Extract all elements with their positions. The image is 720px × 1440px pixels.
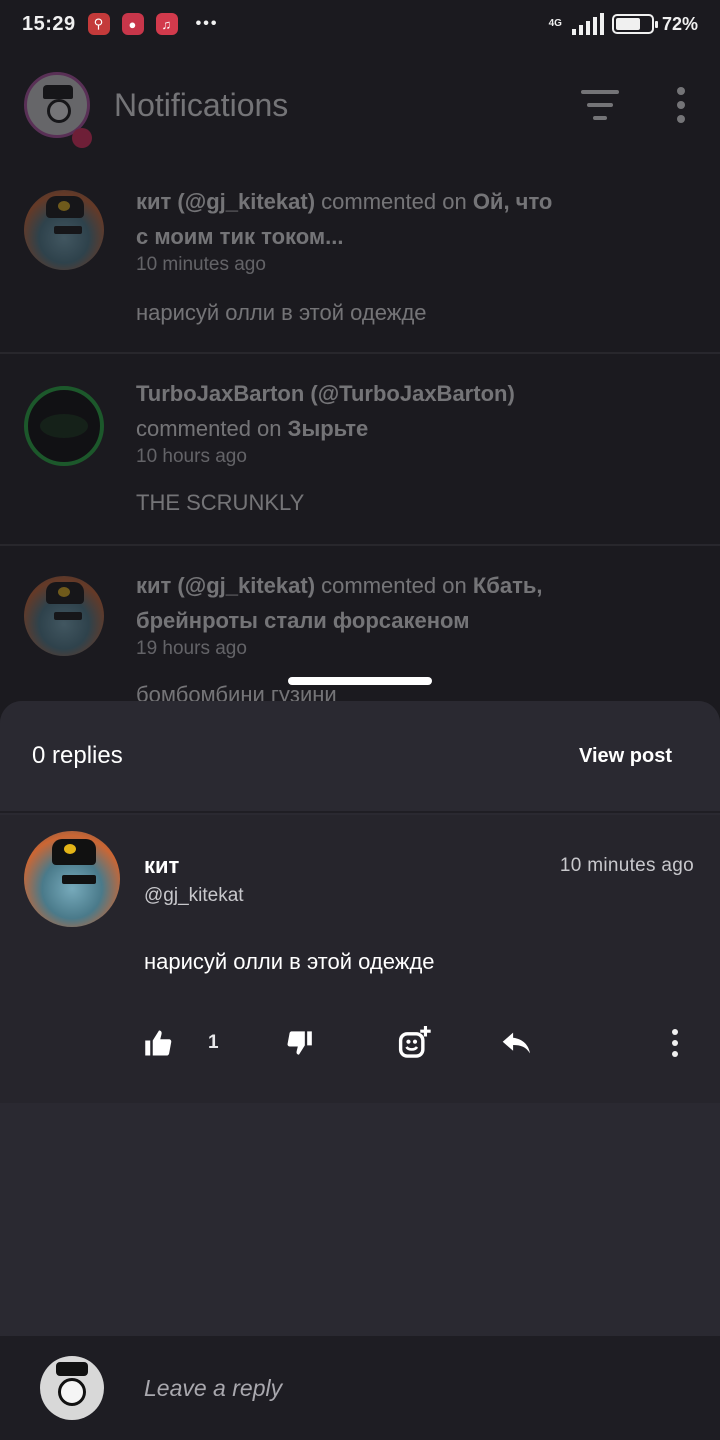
- comment-author-name[interactable]: кит: [144, 853, 179, 879]
- avatar: [24, 576, 104, 656]
- sheet-header: 0 replies View post: [0, 701, 720, 813]
- thumbs-down-icon: [287, 1031, 312, 1055]
- music-app-icon: ♫: [155, 13, 178, 35]
- my-avatar: [40, 1356, 104, 1420]
- reply-bar: [0, 1336, 720, 1440]
- page-title: Notifications: [114, 86, 289, 123]
- comment-time: 10 minutes ago: [559, 855, 694, 876]
- reply-button[interactable]: [501, 1023, 533, 1063]
- notification-time: 10 minutes ago: [136, 254, 266, 275]
- notification-time: 10 hours ago: [136, 446, 247, 467]
- comment-sheet: 0 replies View post кит @gj_kitekat 10 m…: [0, 701, 720, 1440]
- comment-card: кит @gj_kitekat 10 minutes ago нарисуй о…: [0, 815, 720, 1103]
- notification-item[interactable]: кит (@gj_kitekat) commented on Ой, что с…: [0, 168, 720, 354]
- notification-time: 19 hours ago: [136, 638, 247, 659]
- battery-level: [615, 18, 641, 30]
- view-post-button[interactable]: View post: [579, 745, 672, 768]
- reply-input[interactable]: [144, 1374, 624, 1402]
- network-type: 4G: [548, 18, 562, 29]
- chat-app-icon: ●: [121, 13, 144, 35]
- comment-more-icon[interactable]: [670, 1023, 680, 1063]
- like-count: 1: [208, 1032, 219, 1053]
- avatar: [24, 190, 104, 270]
- more-options-icon[interactable]: [676, 87, 686, 123]
- replies-count: 0 replies: [32, 742, 123, 769]
- add-reaction-button[interactable]: [397, 1023, 433, 1063]
- thumbs-up-icon: [145, 1030, 172, 1056]
- notification-body: нарисуй олли в этой одежде: [136, 300, 427, 325]
- comment-text: нарисуй олли в этой одежде: [144, 949, 435, 974]
- more-notifications-icon: •••: [195, 15, 219, 32]
- status-bar: 15:29 ⚲ ● ♫ ••• 4G 72%: [0, 0, 720, 48]
- reply-arrow-icon: [502, 1032, 530, 1054]
- clock: 15:29: [22, 12, 76, 35]
- app-header: Notifications: [0, 62, 720, 148]
- avatar[interactable]: [24, 831, 120, 927]
- notification-summary: кит (@gj_kitekat) commented on Ой, что с…: [136, 189, 553, 249]
- battery-icon: [611, 14, 658, 34]
- replies-area: [0, 1103, 720, 1335]
- signal-icon: [571, 13, 604, 35]
- notification-body: THE SCRUNKLY: [136, 490, 305, 515]
- pin-app-icon: ⚲: [87, 13, 110, 35]
- add-emoji-icon: [398, 1026, 431, 1058]
- dislike-button[interactable]: [285, 1023, 313, 1063]
- notification-summary: кит (@gj_kitekat) commented on Кбать, бр…: [136, 573, 543, 633]
- unread-dot: [72, 128, 92, 148]
- comment-author-handle: @gj_kitekat: [144, 885, 244, 906]
- status-bar-right: 4G 72%: [549, 13, 698, 35]
- comment-actions: 1: [144, 1023, 690, 1063]
- status-bar-left: 15:29 ⚲ ● ♫ •••: [22, 13, 218, 36]
- notification-summary: TurboJaxBarton (@TurboJaxBarton) comment…: [136, 381, 515, 441]
- sheet-drag-handle[interactable]: [288, 677, 432, 685]
- filter-icon[interactable]: [580, 90, 620, 120]
- notification-item[interactable]: TurboJaxBarton (@TurboJaxBarton) comment…: [0, 354, 720, 546]
- like-button[interactable]: [144, 1023, 174, 1063]
- avatar: [24, 386, 104, 466]
- battery-percent: 72%: [661, 13, 698, 34]
